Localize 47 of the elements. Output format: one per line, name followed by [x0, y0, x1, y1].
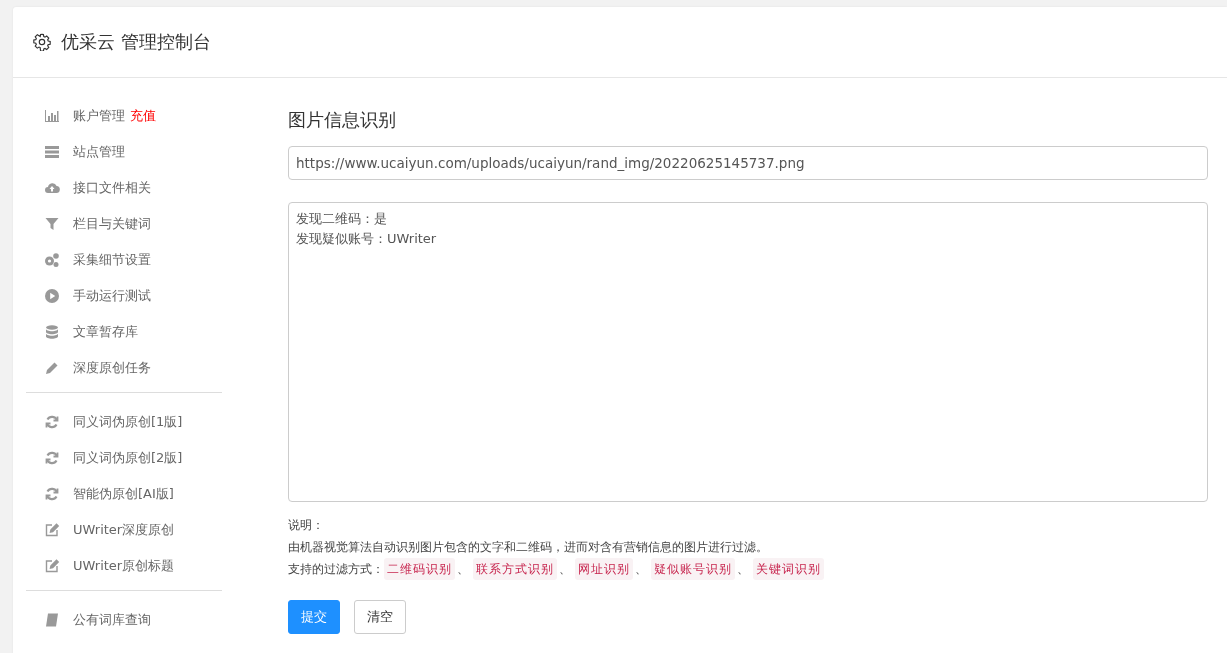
- filter-tag: 联系方式识别: [473, 558, 557, 580]
- settings-icon: [33, 33, 51, 51]
- refresh-icon: [44, 414, 60, 430]
- refresh-icon: [44, 450, 60, 466]
- cloud-upload-icon: [44, 180, 60, 196]
- server-icon: [44, 144, 60, 160]
- filter-tag: 二维码识别: [384, 558, 455, 580]
- sidebar-item[interactable]: UWriter深度原创: [44, 512, 253, 548]
- submit-button[interactable]: 提交: [288, 600, 340, 634]
- recharge-link[interactable]: 充值: [130, 107, 156, 125]
- clear-button[interactable]: 清空: [354, 600, 406, 634]
- refresh-icon: [44, 486, 60, 502]
- sidebar-item[interactable]: UWriter原创标题: [44, 548, 253, 584]
- result-box[interactable]: 发现二维码：是 发现疑似账号：UWriter: [288, 202, 1208, 502]
- separator: 、: [737, 561, 749, 578]
- sidebar-item[interactable]: 深度原创任务: [44, 350, 253, 386]
- sidebar-item[interactable]: 采集细节设置: [44, 242, 253, 278]
- console-title: 优采云 管理控制台: [61, 30, 211, 54]
- note-text: 由机器视觉算法自动识别图片包含的文字和二维码，进而对含有营销信息的图片进行过滤。: [288, 539, 769, 556]
- separator: 、: [559, 561, 571, 578]
- edit-icon: [44, 522, 60, 538]
- sidebar-item[interactable]: 同义词伪原创[2版]: [44, 440, 253, 476]
- filter-icon: [44, 216, 60, 232]
- filter-tag: 网址识别: [575, 558, 633, 580]
- sidebar-item[interactable]: 同义词伪原创[1版]: [44, 404, 253, 440]
- pencil-icon: [44, 360, 60, 376]
- play-icon: [44, 288, 60, 304]
- section-title: 图片信息识别: [288, 108, 397, 132]
- sidebar-item[interactable]: 账户管理 充值: [44, 98, 253, 134]
- url-field[interactable]: https://www.ucaiyun.com/uploads/ucaiyun/rand_img/20220625145737.png: [288, 146, 1208, 180]
- sidebar-item[interactable]: 栏目与关键词: [44, 206, 253, 242]
- sidebar-item[interactable]: 公有词库查询: [44, 602, 253, 638]
- filter-tag: 关键词识别: [753, 558, 824, 580]
- sidebar-item[interactable]: 接口文件相关: [44, 170, 253, 206]
- separator: 、: [457, 561, 469, 578]
- sidebar-item[interactable]: 站点管理: [44, 134, 253, 170]
- sidebar-item[interactable]: 手动运行测试: [44, 278, 253, 314]
- filter-label: 支持的过滤方式：: [288, 561, 384, 578]
- database-icon: [44, 324, 60, 340]
- separator: 、: [635, 561, 647, 578]
- note-heading: 说明：: [288, 517, 325, 534]
- sidebar-item[interactable]: 文章暂存库: [44, 314, 253, 350]
- gears-icon: [44, 252, 60, 268]
- bar-chart-icon: [44, 108, 60, 124]
- edit-icon: [44, 558, 60, 574]
- sidebar-item[interactable]: 智能伪原创[AI版]: [44, 476, 253, 512]
- filter-tag: 疑似账号识别: [651, 558, 735, 580]
